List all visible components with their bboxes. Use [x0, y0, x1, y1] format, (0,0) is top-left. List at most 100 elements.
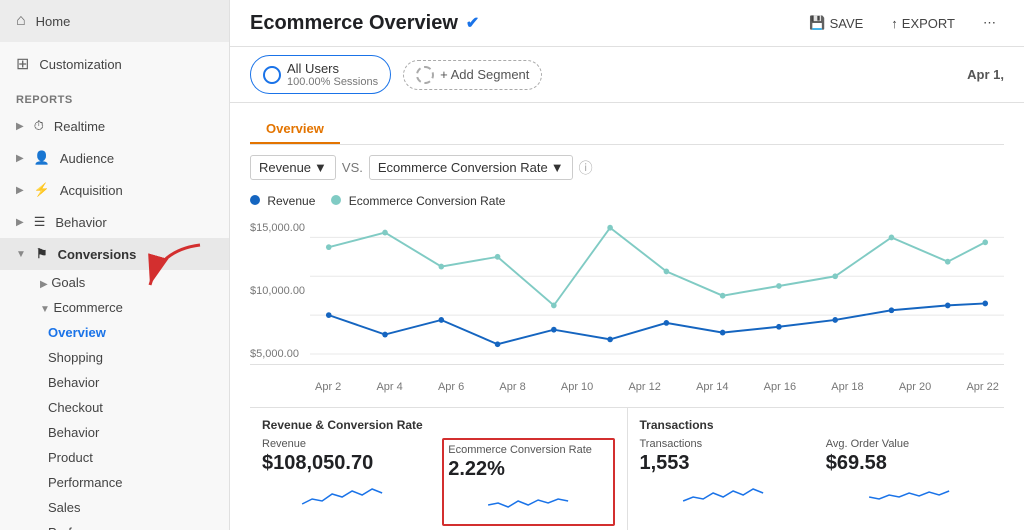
- export-button[interactable]: ↑ EXPORT: [883, 11, 963, 36]
- legend-revenue-label: Revenue: [267, 194, 315, 208]
- sidebar-performance2[interactable]: Performance: [48, 520, 229, 530]
- home-icon: ⌂: [16, 12, 26, 30]
- metric1-label: Revenue: [259, 160, 311, 175]
- metric-value: 2.22%: [448, 458, 608, 481]
- sidebar-item-label: Conversions: [58, 247, 137, 262]
- metric-value: $69.58: [826, 452, 992, 475]
- legend-row: Revenue Ecommerce Conversion Rate: [250, 194, 1004, 208]
- metric-value: 1,553: [640, 452, 806, 475]
- stats-group-title: Revenue & Conversion Rate: [262, 418, 615, 432]
- sidebar-item-behavior[interactable]: ▶ ☰ Behavior: [0, 206, 229, 238]
- save-label: SAVE: [830, 16, 864, 31]
- chevron-icon: ▶: [16, 121, 24, 132]
- info-icon: ⓘ: [579, 158, 593, 178]
- date-range: Apr 1,: [967, 67, 1004, 82]
- chart-svg: [250, 218, 1004, 364]
- chevron-icon: ▶: [16, 153, 24, 164]
- sidebar-item-customization[interactable]: ⊞ Customization: [0, 42, 229, 86]
- customization-icon: ⊞: [16, 54, 29, 74]
- export-icon: ↑: [891, 16, 898, 31]
- metric-transactions: Transactions 1,553: [640, 438, 806, 514]
- content-area: Overview Revenue ▼ VS. Ecommerce Convers…: [230, 103, 1024, 530]
- x-label: Apr 22: [966, 381, 998, 393]
- mini-chart-avg-order: [826, 479, 992, 509]
- x-label: Apr 6: [438, 381, 464, 393]
- x-label: Apr 2: [315, 381, 341, 393]
- chevron-down-icon: ▼: [16, 249, 26, 260]
- header-actions: 💾 SAVE ↑ EXPORT ⋯: [801, 10, 1004, 36]
- segment-info: All Users 100.00% Sessions: [287, 61, 378, 88]
- x-label: Apr 4: [376, 381, 402, 393]
- x-label: Apr 10: [561, 381, 593, 393]
- sidebar-behavior3[interactable]: Behavior: [48, 420, 229, 445]
- verified-icon: ✔: [466, 13, 479, 33]
- more-button[interactable]: ⋯: [975, 10, 1004, 36]
- sidebar-item-label: Realtime: [54, 119, 105, 134]
- legend-item-revenue: Revenue: [250, 194, 315, 208]
- add-segment-circle: [416, 66, 434, 84]
- sidebar-performance1[interactable]: Performance: [48, 470, 229, 495]
- stats-section: Revenue & Conversion Rate Revenue $108,0…: [250, 407, 1004, 530]
- save-icon: 💾: [809, 15, 825, 31]
- metric-label: Ecommerce Conversion Rate: [448, 444, 608, 456]
- sidebar: ⌂ Home ⊞ Customization REPORTS ▶ ⏱ Realt…: [0, 0, 230, 530]
- stats-group-title: Transactions: [640, 418, 993, 432]
- sidebar-sales[interactable]: Sales: [48, 495, 229, 520]
- dropdown-arrow: ▼: [551, 160, 564, 175]
- mini-chart-conversion: [448, 485, 608, 515]
- metric-label: Revenue: [262, 438, 422, 450]
- sidebar-home-label: Home: [36, 14, 71, 29]
- sidebar-item-realtime[interactable]: ▶ ⏱ Realtime: [0, 110, 229, 142]
- segment-name: All Users: [287, 61, 378, 76]
- save-button[interactable]: 💾 SAVE: [801, 10, 871, 36]
- controls-row: Revenue ▼ VS. Ecommerce Conversion Rate …: [250, 155, 1004, 180]
- ecommerce-submenu: Overview Shopping Behavior Checkout Beha…: [40, 320, 229, 530]
- metric-conversion: Ecommerce Conversion Rate 2.22%: [442, 438, 614, 526]
- sidebar-checkout[interactable]: Checkout: [48, 395, 229, 420]
- vs-label: VS.: [342, 160, 363, 175]
- add-segment-button[interactable]: + Add Segment: [403, 60, 542, 90]
- sidebar-item-label: Audience: [60, 151, 114, 166]
- all-users-segment[interactable]: All Users 100.00% Sessions: [250, 55, 391, 94]
- sidebar-item-audience[interactable]: ▶ 👤 Audience: [0, 142, 229, 174]
- stats-group-transactions: Transactions Transactions 1,553 Avg. Ord…: [628, 408, 1005, 530]
- sidebar-product[interactable]: Product: [48, 445, 229, 470]
- more-icon: ⋯: [983, 15, 996, 31]
- sidebar-goals[interactable]: ▶ Goals: [40, 270, 229, 295]
- sidebar-overview[interactable]: Overview: [48, 320, 229, 345]
- reports-label: REPORTS: [0, 86, 229, 110]
- x-label: Apr 12: [628, 381, 660, 393]
- x-label: Apr 16: [764, 381, 796, 393]
- sidebar-item-label: Acquisition: [60, 183, 123, 198]
- chevron-down-icon: ▼: [40, 304, 50, 315]
- realtime-icon: ⏱: [34, 118, 44, 134]
- metric-avg-order: Avg. Order Value $69.58: [826, 438, 992, 514]
- stats-metrics: Revenue $108,050.70 Ecommerce Conversion…: [262, 438, 615, 526]
- sidebar-item-conversions[interactable]: ▼ ⚑ Conversions: [0, 238, 229, 270]
- header: Ecommerce Overview ✔ 💾 SAVE ↑ EXPORT ⋯: [230, 0, 1024, 47]
- chevron-icon: ▶: [16, 185, 24, 196]
- sidebar-ecommerce[interactable]: ▼ Ecommerce: [40, 295, 229, 320]
- main-content: Ecommerce Overview ✔ 💾 SAVE ↑ EXPORT ⋯ A…: [230, 0, 1024, 530]
- segments-bar: All Users 100.00% Sessions + Add Segment…: [230, 47, 1024, 103]
- sidebar-item-home[interactable]: ⌂ Home: [0, 0, 229, 42]
- sidebar-item-label: Behavior: [55, 215, 106, 230]
- segment-circle: [263, 66, 281, 84]
- mini-chart-transactions: [640, 479, 806, 509]
- behavior-icon: ☰: [34, 214, 46, 230]
- sidebar-item-acquisition[interactable]: ▶ ⚡ Acquisition: [0, 174, 229, 206]
- audience-icon: 👤: [34, 150, 50, 166]
- stats-metrics: Transactions 1,553 Avg. Order Value $69.…: [640, 438, 993, 514]
- sidebar-shopping[interactable]: Shopping: [48, 345, 229, 370]
- metric-label: Transactions: [640, 438, 806, 450]
- add-segment-label: + Add Segment: [440, 67, 529, 82]
- metric-label: Avg. Order Value: [826, 438, 992, 450]
- x-label: Apr 18: [831, 381, 863, 393]
- sidebar-behavior2[interactable]: Behavior: [48, 370, 229, 395]
- metric2-dropdown[interactable]: Ecommerce Conversion Rate ▼: [369, 155, 573, 180]
- acquisition-icon: ⚡: [34, 182, 50, 198]
- tab-overview[interactable]: Overview: [250, 115, 340, 144]
- metric1-dropdown[interactable]: Revenue ▼: [250, 155, 336, 180]
- legend-conversion-label: Ecommerce Conversion Rate: [349, 194, 506, 208]
- metric2-label: Ecommerce Conversion Rate: [378, 160, 548, 175]
